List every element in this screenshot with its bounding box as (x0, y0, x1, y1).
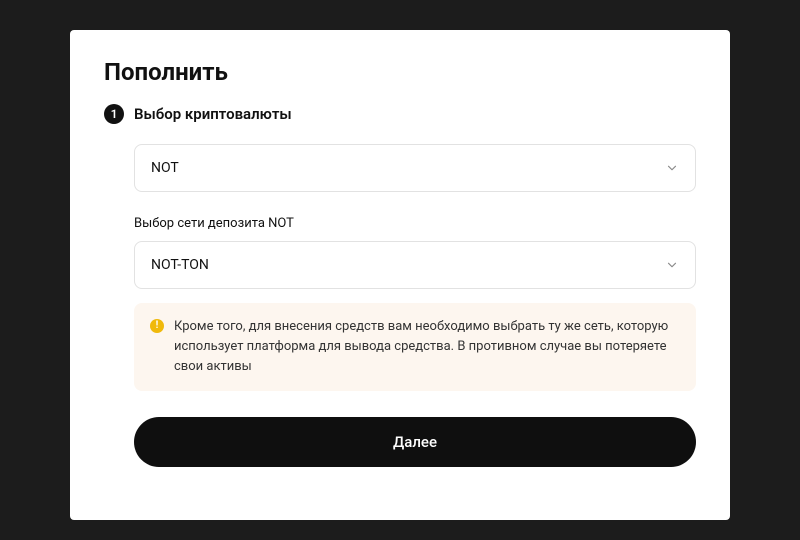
deposit-card: Пополнить 1 Выбор криптовалюты NOT Выбор… (70, 30, 730, 520)
currency-select[interactable]: NOT (134, 144, 696, 192)
chevron-down-icon (665, 161, 679, 175)
warning-icon: ! (150, 319, 164, 333)
currency-select-value: NOT (151, 160, 179, 176)
network-select[interactable]: NOT-TON (134, 241, 696, 289)
page-title: Пополнить (104, 58, 696, 86)
network-label: Выбор сети депозита NOT (134, 216, 696, 231)
step-number-badge: 1 (104, 104, 124, 124)
step-1-header: 1 Выбор криптовалюты (104, 104, 696, 124)
chevron-down-icon (665, 258, 679, 272)
step-1-label: Выбор криптовалюты (134, 105, 292, 123)
next-button[interactable]: Далее (134, 417, 696, 467)
warning-text: Кроме того, для внесения средств вам нео… (174, 317, 680, 377)
network-warning: ! Кроме того, для внесения средств вам н… (134, 303, 696, 391)
network-select-value: NOT-TON (151, 257, 209, 273)
step-1-body: NOT Выбор сети депозита NOT NOT-TON ! Кр… (104, 144, 696, 467)
